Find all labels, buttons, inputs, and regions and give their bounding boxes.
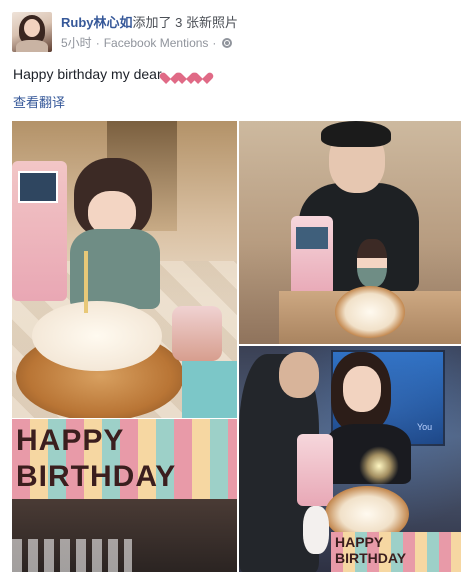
photo-banner-text: HAPPY BIRTHDAY [335, 534, 406, 566]
photo-man-cap [321, 121, 391, 147]
banner-line-1: HAPPY [16, 424, 125, 457]
author-avatar[interactable] [12, 12, 52, 52]
globe-icon[interactable] [222, 37, 233, 48]
photo-candle [84, 251, 88, 313]
photo-2-birthday-banner[interactable]: HAPPY BIRTHDAY [12, 419, 237, 572]
hearts-emoji-group [164, 68, 209, 80]
photo-3-man-with-cake[interactable] [239, 121, 461, 344]
post-message: Happy birthday my dear [13, 66, 209, 82]
see-translation-link[interactable]: 查看翻译 [13, 92, 65, 111]
meta-separator: · [95, 35, 100, 50]
photo-banner-text: HAPPY BIRTHDAY [16, 423, 234, 499]
photo-woman-face [343, 366, 381, 412]
photo-watermark [12, 539, 132, 572]
photo-cake-cream [32, 301, 162, 371]
banner-line-2: BIRTHDAY [335, 550, 407, 566]
banner-line-1: HAPPY [335, 534, 384, 550]
photo-machine-screen [296, 227, 328, 249]
author-name-link[interactable]: Ruby林心如 [61, 15, 133, 30]
post-meta: 5小时 · Facebook Mentions · [61, 34, 233, 51]
photo-candle-glow [359, 446, 399, 486]
photo-man-face [279, 352, 319, 398]
post-source: Facebook Mentions [103, 35, 209, 50]
post-time-link[interactable]: 5小时 [61, 34, 92, 51]
facebook-post: Ruby林心如添加了 3 张新照片 5小时 · Facebook Mention… [0, 0, 468, 578]
photo-small-cake [172, 306, 222, 361]
avatar-face [24, 19, 40, 37]
photo-machine-screen [18, 171, 58, 203]
message-text: Happy birthday my dear [13, 66, 162, 82]
post-action-text: 添加了 3 张新照片 [132, 15, 238, 30]
photo-1-doll-cake[interactable] [12, 121, 237, 418]
photo-toy-machine [297, 434, 333, 506]
photo-tv-text: You [417, 422, 433, 432]
post-header: Ruby林心如添加了 3 张新照片 [61, 12, 238, 31]
banner-line-2: BIRTHDAY [16, 460, 177, 493]
pink-heart-icon [196, 68, 209, 80]
meta-separator: · [212, 35, 217, 50]
avatar-body [16, 40, 48, 52]
photo-bunny-toy [303, 506, 329, 554]
photo-doll [357, 239, 387, 287]
photo-tray [182, 361, 237, 418]
photo-cake [335, 286, 405, 338]
photo-4-couple-with-cake[interactable]: You HAPPY BIRTHDAY [239, 346, 461, 572]
